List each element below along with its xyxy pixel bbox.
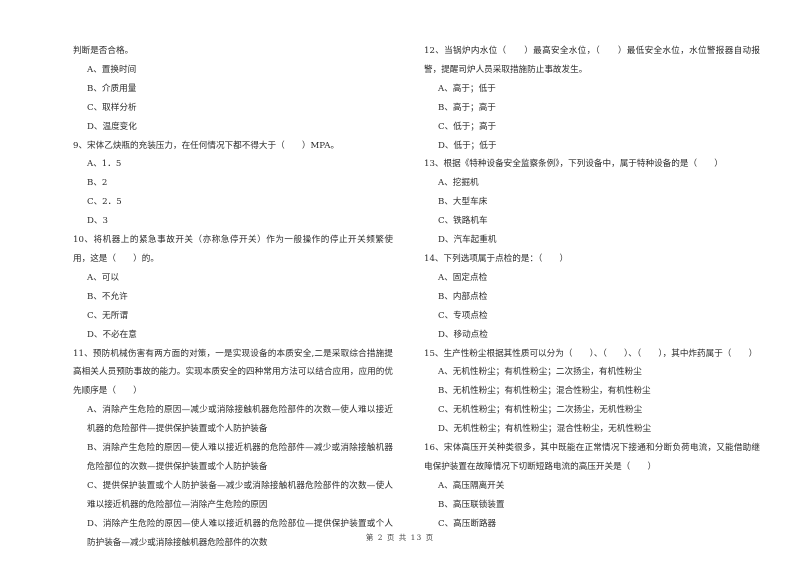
q10-option-d: D、不必在意 [87,329,137,340]
q8-option-d: D、温度变化 [87,121,137,132]
q15-option-c: C、无机性粉尘；有机性粉尘；二次扬尘，无机性粉尘 [438,405,643,416]
question-15: 15、生产性粉尘根据其性质可以分为（ ）、（ ）、（ ），其中炸药属于（ ） [424,348,758,359]
q11-option-a: A、消除产生危险的原因—减少或消除接触机器危险部件的次数—使人难以接近机器的危险… [87,405,393,435]
q12-option-d: D、低于；低于 [438,140,497,151]
q9-option-c: C、2．5 [87,197,122,208]
q12-option-a: A、高于；低于 [438,83,496,94]
q13-option-d: D、汽车起重机 [438,235,497,246]
q14-option-c: C、专项点检 [438,310,488,321]
question-9: 9、宋体乙炔瓶的充装压力，在任何情况下都不得大于（ ）MPA。 [73,140,340,151]
page-number-footer: 第 2 页 共 13 页 [365,533,435,542]
q11-option-c: C、提供保护装置或个人防护装备—减少或消除接触机器危险部件的次数—使人难以接近机… [87,480,393,510]
q9-option-b: B、2 [87,178,108,189]
q16-option-a: A、高压隔离开关 [438,480,505,491]
question-14: 14、下列选项属于点检的是：（ ） [424,253,569,264]
q15-option-b: B、无机性粉尘；有机性粉尘；混合性粉尘，有机性粉尘 [438,386,651,397]
q9-option-a: A、1．5 [87,159,122,170]
question-11: 11、预防机械伤害有两方面的对策，一是实现设备的本质安全,二是采取综合措施提高相… [73,348,393,397]
q16-option-b: B、高压联锁装置 [438,499,505,510]
right-column: 12、当锅炉内水位（ ）最高安全水位，（ ）最低安全水位，水位警报器自动报警，提… [424,42,760,534]
q15-option-a: A、无机性粉尘；有机性粉尘；二次扬尘，有机性粉尘 [438,367,642,378]
q8-option-a: A、置换时间 [87,64,137,75]
q15-option-d: D、无机性粉尘；有机性粉尘；混合性粉尘，无机性粉尘 [438,424,652,435]
q14-option-a: A、固定点检 [438,272,488,283]
q13-option-a: A、挖掘机 [438,178,479,189]
question-13: 13、根据《特种设备安全监察条例》，下列设备中，属于特种设备的是（ ） [424,159,723,170]
q13-option-c: C、铁路机车 [438,216,488,227]
q12-option-b: B、高于；高于 [438,102,496,113]
question-8-tail: 判断是否合格。 [73,46,134,56]
question-12: 12、当锅炉内水位（ ）最高安全水位，（ ）最低安全水位，水位警报器自动报警，提… [424,46,760,75]
q9-option-d: D、3 [87,216,108,227]
left-column: 判断是否合格。 A、置换时间 B、介质用量 C、取样分析 D、温度变化 9、宋体… [73,42,393,552]
q10-option-a: A、可以 [87,272,119,283]
q11-option-b: B、消除产生危险的原因—使人难以接近机器的危险部件—减少或消除接触机器危险部位的… [87,443,393,472]
q14-option-b: B、内部点检 [438,291,488,302]
q16-option-c: C、高压断路器 [438,518,497,529]
q10-option-b: B、不允许 [87,291,128,302]
q8-option-b: B、介质用量 [87,83,137,94]
q14-option-d: D、移动点检 [438,329,488,340]
question-10: 10、将机器上的紧急事故开关（亦称急停开关）作为一般操作的停止开关频繁使用，这是… [73,235,393,264]
question-16: 16、宋体高压开关种类很多，其中既能在正常情况下接通和分断负荷电流，又能借助继电… [424,443,760,472]
q8-option-c: C、取样分析 [87,102,137,113]
q10-option-c: C、无所谓 [87,310,128,321]
q12-option-c: C、低于；高于 [438,121,497,132]
q13-option-b: B、大型车床 [438,197,488,208]
